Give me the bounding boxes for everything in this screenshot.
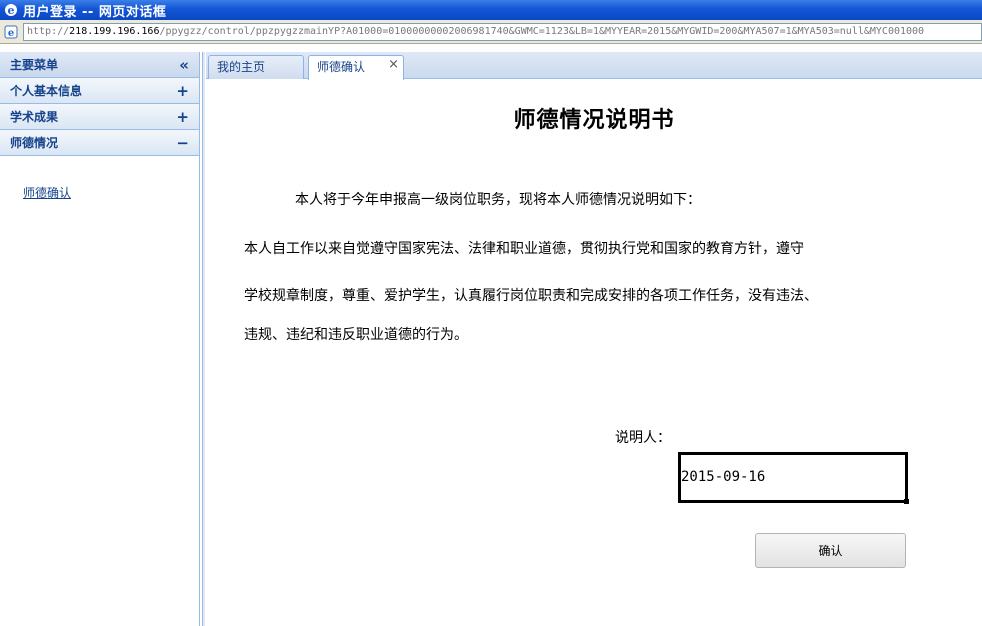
tab-ethics-confirm[interactable]: 师德确认 × xyxy=(308,55,404,80)
resize-handle xyxy=(904,499,909,504)
tab-home[interactable]: 我的主页 xyxy=(208,55,304,79)
statement-line-2: 学校规章制度，尊重、爱护学生，认真履行岗位职责和完成安排的各项工作任务，没有违法… xyxy=(244,288,818,304)
expand-icon: + xyxy=(176,81,189,100)
confirm-button-label: 确认 xyxy=(818,544,843,558)
svg-text:e: e xyxy=(8,4,15,17)
sidebar-item-label: 师德情况 xyxy=(10,136,59,150)
main-content: 师德情况说明书 本人将于今年申报高一级岗位职务，现将本人师德情况说明如下： 本人… xyxy=(206,80,982,626)
url-path: /ppygzz/control/ppzpygzzmainYP?A01000=01… xyxy=(159,25,925,37)
window-title: 用户登录 -- 网页对话框 xyxy=(23,4,167,20)
signer-label: 说明人： xyxy=(615,430,671,446)
sidebar-item-label: 学术成果 xyxy=(10,110,59,124)
date-value: 2015-09-16 xyxy=(681,469,766,485)
sidebar-link-ethics-confirm[interactable]: 师德确认 xyxy=(23,184,199,201)
statement-line-1: 本人自工作以来自觉遵守国家宪法、法律和职业道德，贯彻执行党和国家的教育方针，遵守 xyxy=(244,241,804,257)
svg-text:e: e xyxy=(8,28,14,39)
close-icon[interactable]: × xyxy=(388,54,399,76)
page-icon: e xyxy=(3,24,19,40)
window-titlebar: e 用户登录 -- 网页对话框 xyxy=(0,0,982,20)
url-host: 218.199.196.166 xyxy=(69,25,160,37)
address-bar: e http://218.199.196.166/ppygzz/control/… xyxy=(0,20,982,44)
sidebar-item-label: 个人基本信息 xyxy=(10,84,83,98)
ie-logo-icon: e xyxy=(3,2,19,18)
panel-splitter[interactable] xyxy=(202,52,205,626)
tab-label: 我的主页 xyxy=(217,60,266,74)
sidebar: 主要菜单 « 个人基本信息 + 学术成果 + 师德情况 − 师德确认 xyxy=(0,52,200,626)
sidebar-item-ethics[interactable]: 师德情况 − xyxy=(0,130,199,156)
collapse-icon: − xyxy=(176,133,189,152)
sidebar-item-academic[interactable]: 学术成果 + xyxy=(0,104,199,130)
statement-intro: 本人将于今年申报高一级岗位职务，现将本人师德情况说明如下： xyxy=(295,192,701,208)
expand-icon: + xyxy=(176,107,189,126)
url-field[interactable]: http://218.199.196.166/ppygzz/control/pp… xyxy=(23,22,982,41)
sidebar-header: 主要菜单 « xyxy=(0,52,199,78)
date-field[interactable]: 2015-09-16 xyxy=(678,452,909,504)
collapse-sidebar-icon[interactable]: « xyxy=(179,56,189,74)
tab-label: 师德确认 xyxy=(317,60,366,74)
sidebar-item-personal-info[interactable]: 个人基本信息 + xyxy=(0,78,199,104)
confirm-button[interactable]: 确认 xyxy=(755,533,906,568)
tab-strip: 我的主页 师德确认 × xyxy=(206,52,982,80)
url-scheme: http:// xyxy=(27,25,70,37)
statement-line-3: 违规、违纪和违反职业道德的行为。 xyxy=(244,327,468,343)
page-title: 师德情况说明书 xyxy=(513,108,675,133)
sidebar-title: 主要菜单 xyxy=(10,58,59,72)
